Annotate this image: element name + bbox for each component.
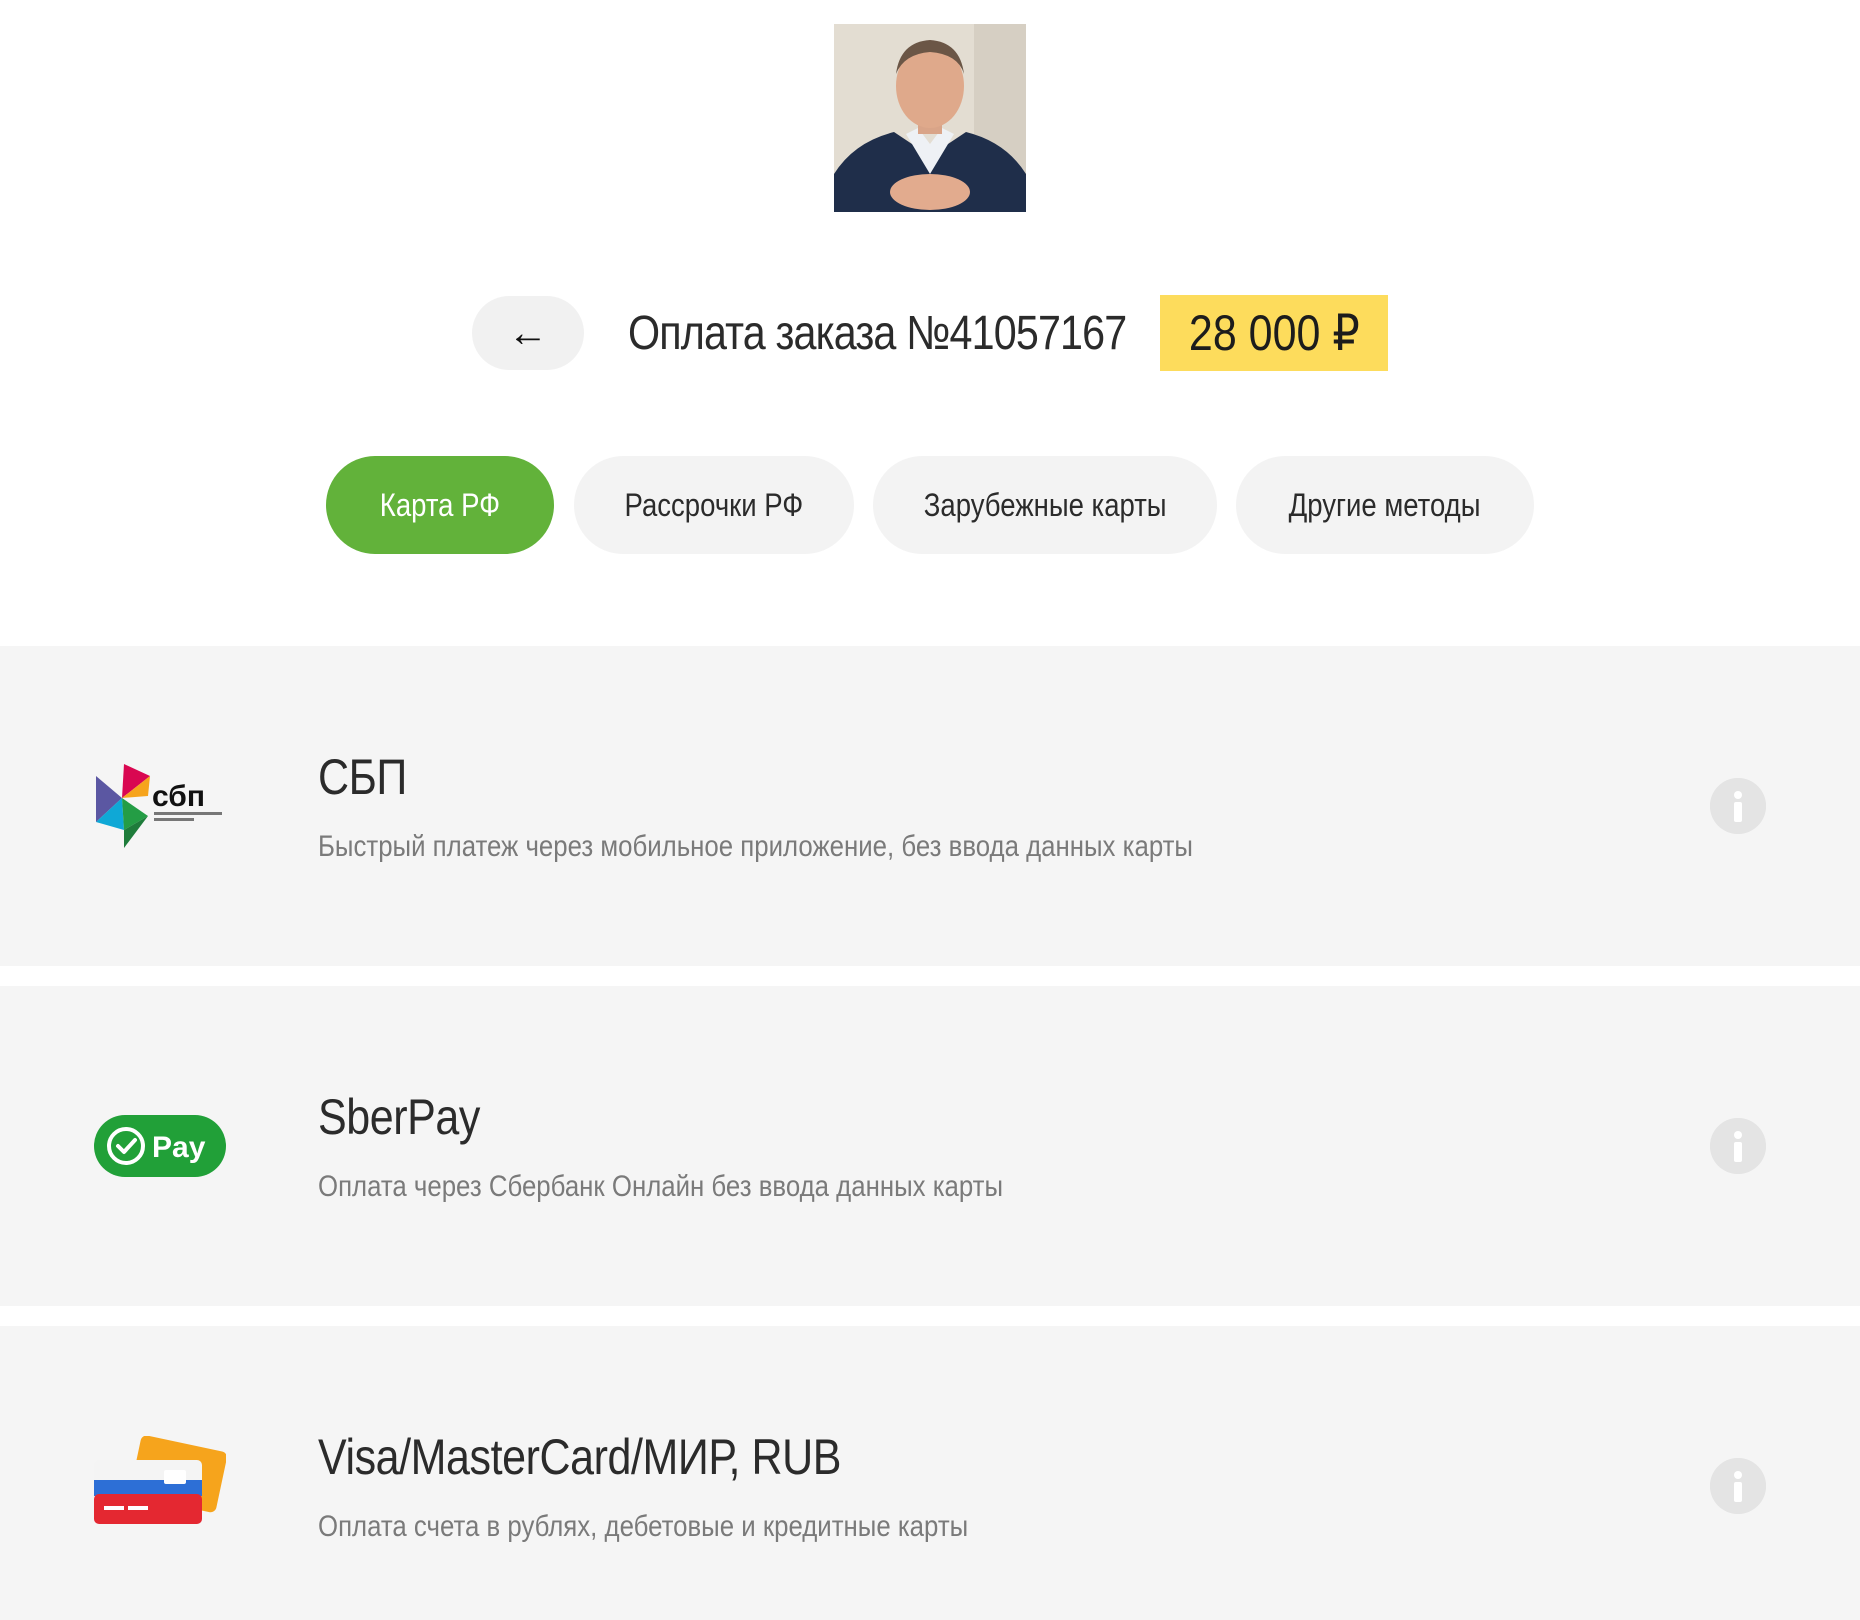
tab-other-methods[interactable]: Другие методы <box>1236 456 1534 554</box>
info-icon[interactable] <box>1710 1458 1766 1514</box>
person-photo-icon <box>834 24 1026 212</box>
tab-label: Карта РФ <box>379 486 501 523</box>
payment-page: ← Оплата заказа №41057167 28 000 ₽ Карта… <box>0 0 1860 1620</box>
amount-value: 28 000 ₽ <box>1188 305 1360 361</box>
seller-avatar <box>834 24 1026 212</box>
method-bank-cards[interactable]: Visa/MasterCard/МИР, RUB Оплата счета в … <box>0 1326 1860 1620</box>
bank-cards-icon <box>94 1436 226 1536</box>
tab-label: Рассрочки РФ <box>624 486 804 523</box>
method-title: Visa/MasterCard/МИР, RUB <box>318 1429 842 1485</box>
tab-label: Другие методы <box>1289 486 1481 523</box>
sbp-logo-icon: сбп <box>94 756 226 856</box>
page-title: Оплата заказа №41057167 <box>628 307 1127 360</box>
tab-installments-rf[interactable]: Рассрочки РФ <box>574 456 854 554</box>
back-button[interactable]: ← <box>472 296 584 370</box>
tab-foreign-cards[interactable]: Зарубежные карты <box>873 456 1217 554</box>
arrow-left-icon: ← <box>508 311 548 355</box>
svg-text:Pay: Pay <box>152 1131 206 1164</box>
method-description: Оплата через Сбербанк Онлайн без ввода д… <box>318 1170 1004 1203</box>
tab-label: Зарубежные карты <box>923 486 1167 523</box>
method-description: Быстрый платеж через мобильное приложени… <box>318 830 1193 863</box>
method-sbp[interactable]: сбп СБП Быстрый платеж через мобильное п… <box>0 646 1860 966</box>
sberpay-logo-icon: Pay <box>94 1096 226 1196</box>
method-sberpay[interactable]: Pay SberPay Оплата через Сбербанк Онлайн… <box>0 986 1860 1306</box>
method-title: SberPay <box>318 1089 480 1145</box>
method-description: Оплата счета в рублях, дебетовые и креди… <box>318 1510 969 1543</box>
method-title: СБП <box>318 749 407 805</box>
amount-badge: 28 000 ₽ <box>1160 295 1388 371</box>
info-icon[interactable] <box>1710 1118 1766 1174</box>
tab-card-rf[interactable]: Карта РФ <box>326 456 554 554</box>
info-icon[interactable] <box>1710 778 1766 834</box>
svg-text:сбп: сбп <box>152 780 205 813</box>
